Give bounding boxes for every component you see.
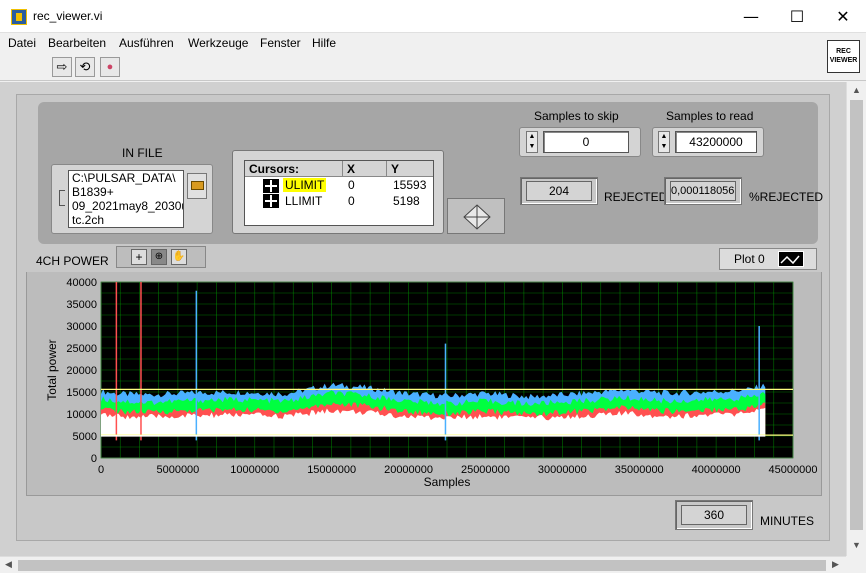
title-bar: rec_viewer.vi — ☐ ✕ <box>0 0 866 33</box>
maximize-button[interactable]: ☐ <box>774 0 820 33</box>
y-axis-label: Total power <box>45 339 59 400</box>
browse-folder-button[interactable] <box>187 173 207 199</box>
samples-to-read-input[interactable]: 43200000 <box>675 131 757 153</box>
cursor-ulimit-y: 15593 <box>393 178 427 192</box>
y-tick-label: 5000 <box>73 431 97 443</box>
toolbar: ⇨ ⟲ ● <box>0 53 866 81</box>
in-file-path-line: tc.2ch <box>72 213 105 227</box>
x-tick-label: 5000000 <box>156 464 199 476</box>
scroll-left-icon[interactable]: ◀ <box>5 559 12 570</box>
menu-bar: Datei Bearbeiten Ausführen Werkzeuge Fen… <box>0 33 866 53</box>
menu-datei[interactable]: Datei <box>8 36 36 50</box>
samples-to-read-label: Samples to read <box>666 109 754 123</box>
close-button[interactable]: ✕ <box>820 0 866 33</box>
horizontal-scroll-thumb[interactable] <box>18 560 826 571</box>
x-tick-label: 10000000 <box>230 464 279 476</box>
plot-legend-label: Plot 0 <box>734 252 765 266</box>
cursor-llimit-x: 0 <box>348 194 355 208</box>
minutes-label: MINUTES <box>760 514 814 528</box>
minimize-button[interactable]: — <box>728 0 774 33</box>
y-tick-label: 15000 <box>66 387 97 399</box>
cursor-tool-icon[interactable]: + <box>131 249 147 265</box>
pan-tool-icon[interactable]: ✋ <box>171 249 187 265</box>
path-tree-icon <box>59 190 65 206</box>
samples-to-skip-label: Samples to skip <box>534 109 619 123</box>
labview-vi-icon <box>11 9 27 25</box>
cursor-header-y: Y <box>387 161 433 177</box>
x-tick-label: 30000000 <box>538 464 587 476</box>
x-tick-label: 0 <box>98 464 104 476</box>
pct-rejected-indicator: 0,000118056 <box>664 177 742 205</box>
minutes-indicator: 360 <box>675 500 753 530</box>
scroll-up-icon[interactable]: ▲ <box>852 85 861 95</box>
vertical-scroll-thumb[interactable] <box>850 100 863 530</box>
samples-to-skip-input[interactable]: 0 <box>543 131 629 153</box>
lower-baseline <box>101 435 766 437</box>
in-file-path-line: B1839+ <box>72 185 114 199</box>
x-tick-label: 45000000 <box>769 464 818 476</box>
cursor-legend[interactable]: Cursors: X Y ULIMIT 0 15593 LLIMIT 0 519… <box>244 160 434 226</box>
y-tick-label: 25000 <box>66 343 97 355</box>
menu-fenster[interactable]: Fenster <box>260 36 301 50</box>
minutes-value: 360 <box>681 505 747 525</box>
rejected-value: 204 <box>526 181 592 201</box>
pct-rejected-label: %REJECTED <box>749 190 824 204</box>
x-tick-label: 35000000 <box>615 464 664 476</box>
in-file-path-line: 09_2021may8_2030u <box>72 199 184 213</box>
vi-icon: REC VIEWER <box>827 40 860 73</box>
scroll-right-icon[interactable]: ▶ <box>832 559 839 570</box>
y-tick-label: 10000 <box>66 409 97 421</box>
y-tick-label: 40000 <box>66 277 97 289</box>
cursor-llimit-y: 5198 <box>393 194 420 208</box>
cursor-llimit-icon <box>263 194 279 208</box>
rejected-indicator: 204 <box>520 177 598 205</box>
zoom-tool-icon[interactable]: ⊕ <box>151 249 167 265</box>
pct-rejected-value: 0,000118056 <box>670 181 736 201</box>
in-file-label: IN FILE <box>122 146 163 160</box>
diamond-mover-icon <box>463 204 491 230</box>
menu-ausfuehren[interactable]: Ausführen <box>119 36 174 50</box>
window-title: rec_viewer.vi <box>33 9 103 23</box>
cursor-header-name: Cursors: <box>245 161 343 177</box>
cursor-mover-button[interactable] <box>447 198 505 234</box>
x-axis-label: Samples <box>424 475 471 489</box>
samples-to-skip-spinner[interactable]: ▲ ▼ <box>526 131 538 153</box>
folder-icon <box>190 181 204 190</box>
waveform-graph[interactable]: 4000035000300002500020000150001000050000… <box>26 272 822 498</box>
y-tick-label: 20000 <box>66 365 97 377</box>
abort-button[interactable]: ● <box>100 57 120 77</box>
menu-werkzeuge[interactable]: Werkzeuge <box>188 36 248 50</box>
in-file-path[interactable]: C:\PULSAR_DATA\ B1839+ 09_2021may8_2030u… <box>68 170 184 228</box>
x-tick-label: 40000000 <box>692 464 741 476</box>
y-tick-label: 0 <box>91 453 97 465</box>
cursor-ulimit-x: 0 <box>348 178 355 192</box>
plot-legend-swatch-icon <box>778 251 804 267</box>
cursor-ulimit-icon <box>263 179 279 193</box>
plot-legend[interactable]: Plot 0 <box>719 248 817 270</box>
cursor-llimit-name: LLIMIT <box>285 194 323 208</box>
menu-bearbeiten[interactable]: Bearbeiten <box>48 36 106 50</box>
menu-hilfe[interactable]: Hilfe <box>312 36 336 50</box>
horizontal-scrollbar[interactable]: ◀ ▶ <box>0 556 846 573</box>
y-tick-label: 30000 <box>66 321 97 333</box>
in-file-path-line: C:\PULSAR_DATA\ <box>72 171 176 185</box>
scroll-down-icon[interactable]: ▼ <box>852 540 861 550</box>
rejected-label: REJECTED <box>604 190 668 204</box>
run-button[interactable]: ⇨ <box>52 57 72 77</box>
samples-to-read-spinner[interactable]: ▲ ▼ <box>658 131 670 153</box>
x-tick-label: 15000000 <box>307 464 356 476</box>
graph-label: 4CH POWER <box>36 254 109 268</box>
cursor-ulimit-name: ULIMIT <box>283 178 327 192</box>
run-continuously-button[interactable]: ⟲ <box>75 57 95 77</box>
cursor-header-x: X <box>343 161 387 177</box>
vertical-scrollbar[interactable]: ▲ ▼ <box>846 82 866 556</box>
y-tick-label: 35000 <box>66 299 97 311</box>
